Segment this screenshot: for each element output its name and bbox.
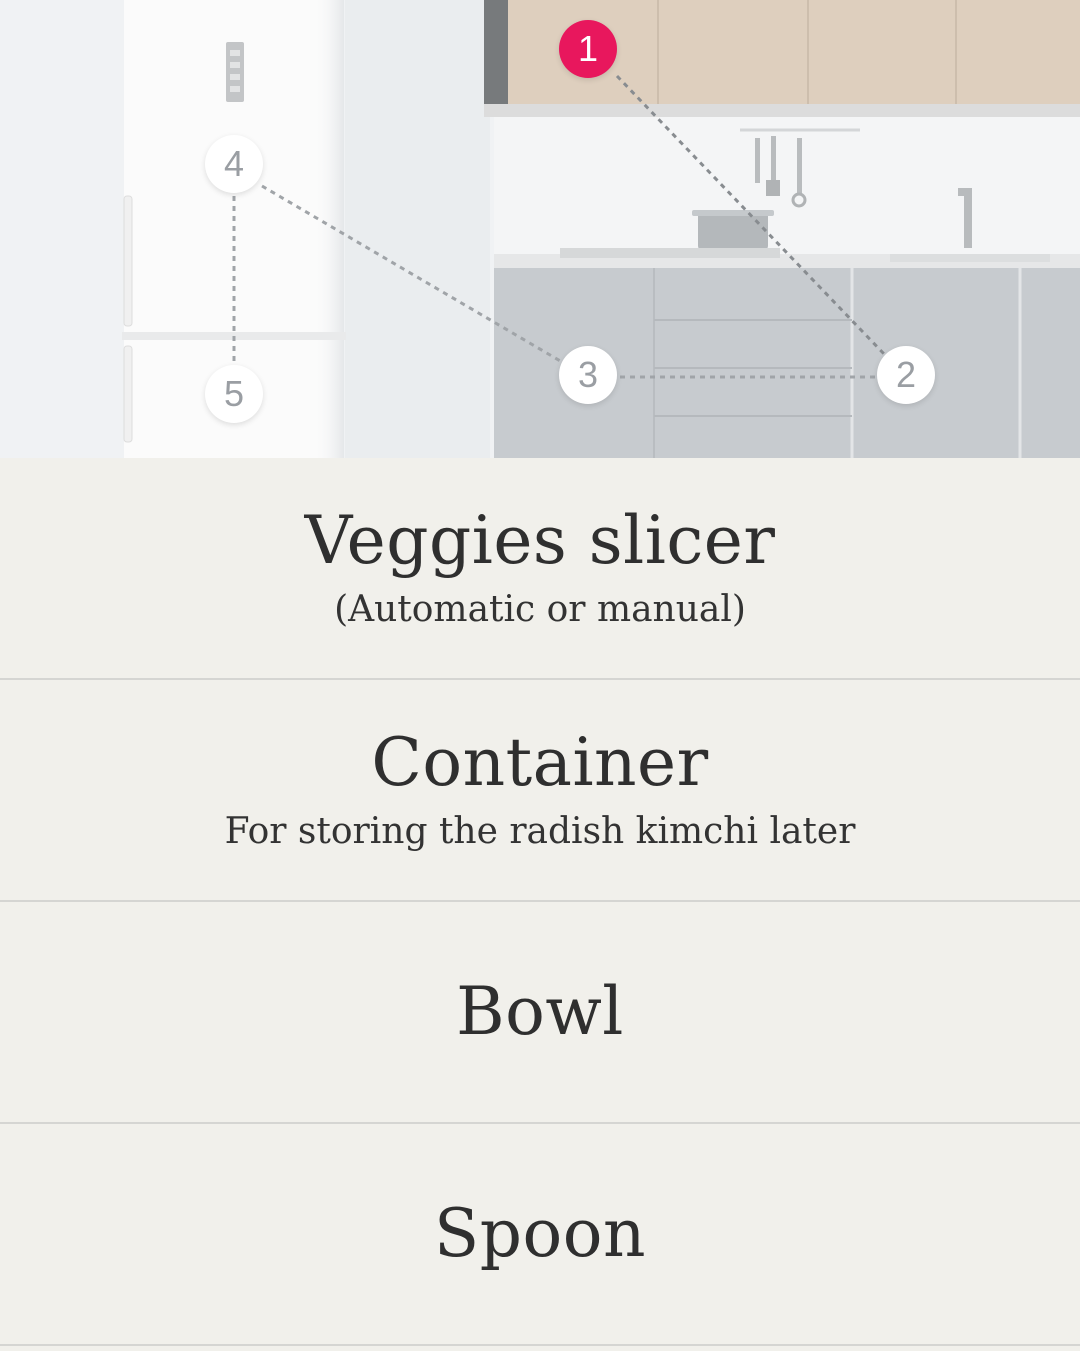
hotspot-2[interactable]: 2 [877,346,935,404]
hotspot-1[interactable]: 1 [559,20,617,78]
item-subtitle: For storing the radish kimchi later [224,811,856,852]
item-subtitle: (Automatic or manual) [334,589,746,630]
hotspot-4[interactable]: 4 [205,135,263,193]
kitchen-scene: 1 2 3 4 5 [0,0,1080,458]
hotspot-3[interactable]: 3 [559,346,617,404]
item-title: Container [371,724,709,801]
hotspot-5[interactable]: 5 [205,365,263,423]
list-item-bowl[interactable]: Bowl [0,902,1080,1124]
item-title: Bowl [456,973,624,1050]
item-title: Spoon [434,1195,646,1272]
list-item-container[interactable]: Container For storing the radish kimchi … [0,680,1080,902]
list-item-spoon[interactable]: Spoon [0,1124,1080,1346]
items-list: Veggies slicer (Automatic or manual) Con… [0,458,1080,1346]
list-item-veggies-slicer[interactable]: Veggies slicer (Automatic or manual) [0,458,1080,680]
item-title: Veggies slicer [304,502,776,579]
